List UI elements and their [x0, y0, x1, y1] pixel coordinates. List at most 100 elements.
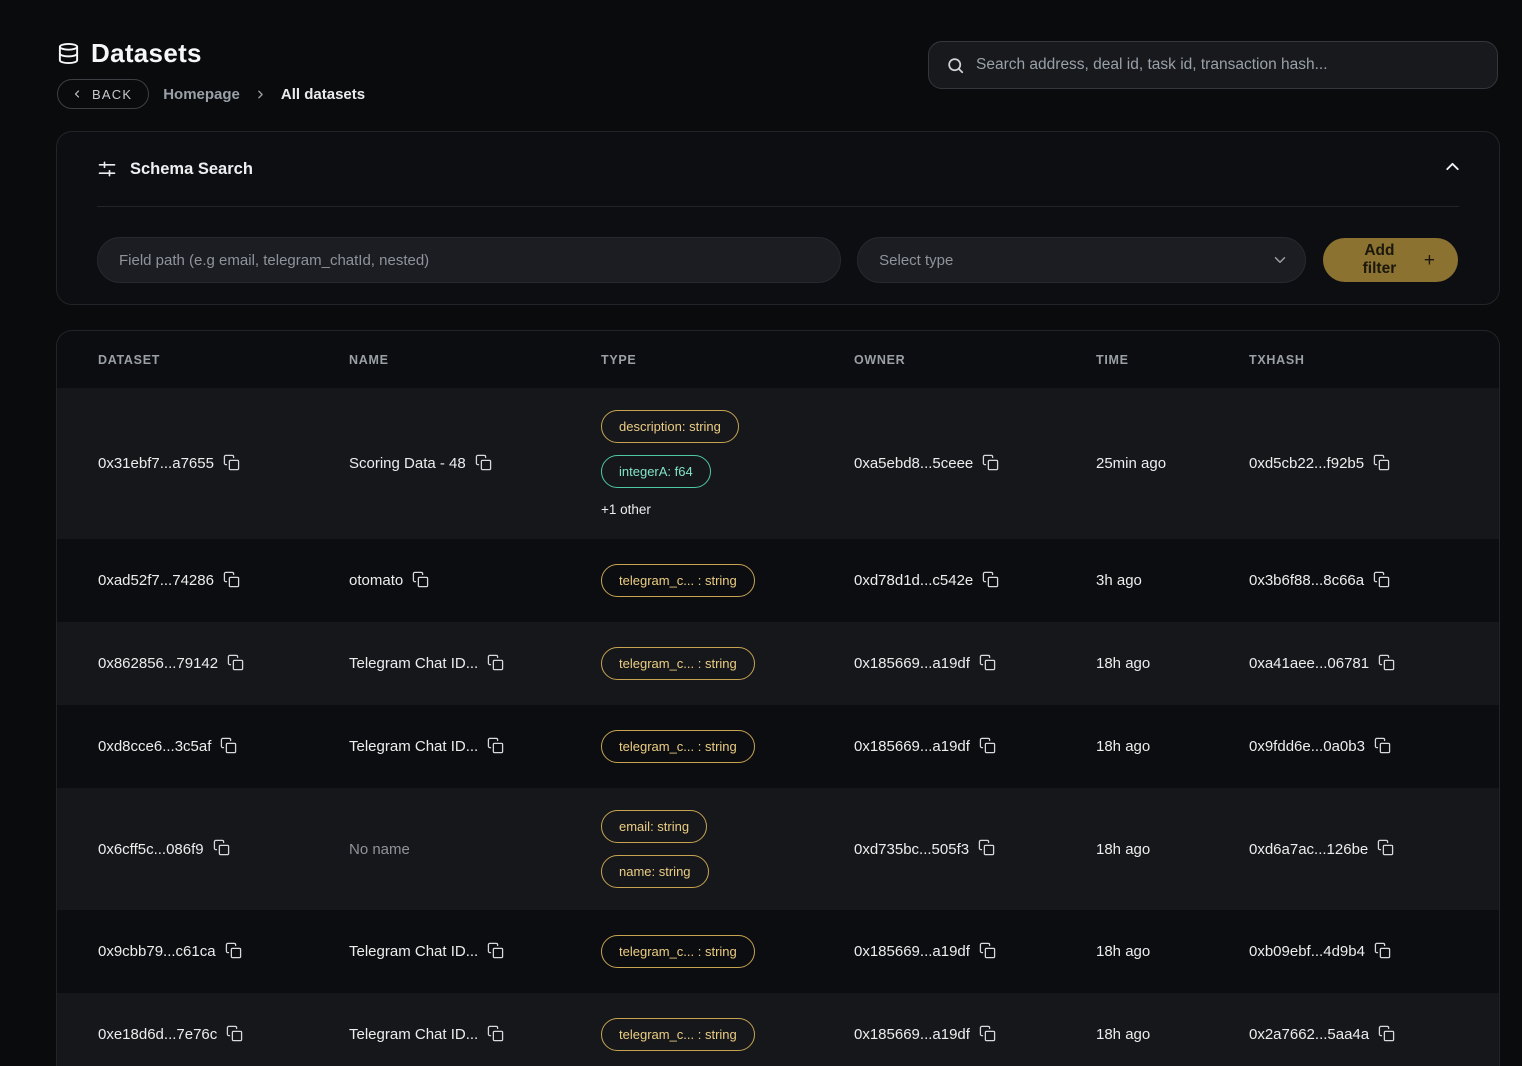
time-value: 18h ago — [1096, 738, 1150, 755]
txhash-cell: 0xd6a7ac...126be — [1249, 841, 1499, 858]
table-row[interactable]: 0x9cbb79...c61caTelegram Chat ID...teleg… — [57, 910, 1499, 993]
type-cell: description: stringintegerA: f64+1 other — [601, 388, 854, 539]
table-row[interactable]: 0x6cff5c...086f9No nameemail: stringname… — [57, 788, 1499, 910]
search-icon — [946, 56, 965, 75]
copy-icon[interactable] — [223, 571, 240, 588]
owner-id: 0x185669...a19df — [854, 943, 970, 960]
table-row[interactable]: 0xe18d6d...7e76c Telegram Chat ID... teleg… — [57, 993, 1499, 1066]
schema-search-title: Schema Search — [130, 160, 253, 179]
dataset-cell: 0xe18d6d...7e76c — [98, 1026, 349, 1043]
panel-divider — [97, 206, 1459, 207]
copy-icon[interactable] — [475, 454, 492, 471]
owner-cell: 0x185669...a19df — [854, 655, 1096, 672]
dataset-id: 0x9cbb79...c61ca — [98, 943, 216, 960]
txhash-id: 0xb09ebf...4d9b4 — [1249, 943, 1365, 960]
type-badge: telegram_c... : string — [601, 647, 755, 680]
table-row[interactable]: 0x862856...79142Telegram Chat ID...teleg… — [57, 622, 1499, 705]
type-cell: telegram_c... : string — [601, 996, 854, 1066]
copy-icon[interactable] — [487, 654, 504, 671]
time-cell: 18h ago — [1096, 841, 1249, 858]
extra-types-label: +1 other — [601, 502, 651, 517]
name-cell: Scoring Data - 48 — [349, 455, 601, 472]
copy-icon[interactable] — [1374, 942, 1391, 959]
type-badge: email: string — [601, 810, 707, 843]
schema-search-panel: Schema Search Select type Add filter + — [56, 131, 1500, 305]
type-select[interactable]: Select type — [857, 237, 1306, 283]
copy-icon[interactable] — [487, 737, 504, 754]
copy-icon[interactable] — [982, 571, 999, 588]
type-cell: telegram_c... : string — [601, 542, 854, 619]
dataset-id: 0xe18d6d...7e76c — [98, 1026, 217, 1043]
back-button[interactable]: BACK — [57, 79, 149, 109]
owner-cell: 0xa5ebd8...5ceee — [854, 455, 1096, 472]
time-value: 18h ago — [1096, 841, 1150, 858]
type-cell: telegram_c... : string — [601, 913, 854, 990]
filters-row: Select type Add filter + — [97, 237, 1458, 283]
copy-icon[interactable] — [1377, 839, 1394, 856]
breadcrumb: BACK Homepage All datasets — [57, 79, 365, 109]
dataset-cell: 0xad52f7...74286 — [98, 572, 349, 589]
datasets-table: DATASET NAME TYPE OWNER TIME TXHASH 0x31… — [56, 330, 1500, 1066]
add-filter-button[interactable]: Add filter + — [1323, 238, 1458, 282]
column-dataset: DATASET — [98, 353, 349, 367]
copy-icon[interactable] — [979, 737, 996, 754]
time-cell: 18h ago — [1096, 943, 1249, 960]
copy-icon[interactable] — [412, 571, 429, 588]
type-badge: telegram_c... : string — [601, 730, 755, 763]
table-row[interactable]: 0xd8cce6...3c5af Telegram Chat ID... teleg… — [57, 705, 1499, 788]
dataset-name: otomato — [349, 572, 403, 589]
page-title-row: Datasets — [57, 38, 202, 69]
copy-icon[interactable] — [1374, 737, 1391, 754]
copy-icon[interactable] — [979, 1025, 996, 1042]
type-badge: name: string — [601, 855, 709, 888]
chevron-left-icon — [71, 88, 83, 100]
type-select-value: Select type — [879, 252, 953, 269]
copy-icon[interactable] — [226, 1025, 243, 1042]
copy-icon[interactable] — [487, 942, 504, 959]
txhash-cell: 0x2a7662...5aa4a — [1249, 1026, 1499, 1043]
txhash-id: 0xa41aee...06781 — [1249, 655, 1369, 672]
copy-icon[interactable] — [227, 654, 244, 671]
copy-icon[interactable] — [1373, 454, 1390, 471]
owner-id: 0x185669...a19df — [854, 1026, 970, 1043]
copy-icon[interactable] — [213, 839, 230, 856]
copy-icon[interactable] — [487, 1025, 504, 1042]
table-row[interactable]: 0x31ebf7...a7655Scoring Data - 48 descrip… — [57, 388, 1499, 539]
copy-icon[interactable] — [225, 942, 242, 959]
copy-icon[interactable] — [982, 454, 999, 471]
txhash-id: 0x9fdd6e...0a0b3 — [1249, 738, 1365, 755]
copy-icon[interactable] — [1378, 1025, 1395, 1042]
dataset-name: Telegram Chat ID... — [349, 1026, 478, 1043]
table-header: DATASET NAME TYPE OWNER TIME TXHASH — [57, 331, 1499, 388]
field-path-input[interactable] — [97, 237, 841, 283]
column-time: TIME — [1096, 353, 1249, 367]
plus-icon: + — [1424, 251, 1435, 270]
time-value: 25min ago — [1096, 455, 1166, 472]
dataset-id: 0x862856...79142 — [98, 655, 218, 672]
column-name: NAME — [349, 353, 601, 367]
copy-icon[interactable] — [1373, 571, 1390, 588]
owner-cell: 0xd78d1d...c542e — [854, 572, 1096, 589]
table-row[interactable]: 0xad52f7...74286otomato telegram_c... : s… — [57, 539, 1499, 622]
collapse-panel-button[interactable] — [1442, 156, 1463, 177]
back-label: BACK — [92, 87, 132, 102]
copy-icon[interactable] — [979, 942, 996, 959]
copy-icon[interactable] — [978, 839, 995, 856]
name-cell: Telegram Chat ID... — [349, 1026, 601, 1043]
page-title: Datasets — [91, 38, 202, 69]
global-search-input[interactable] — [976, 56, 1480, 74]
copy-icon[interactable] — [223, 454, 240, 471]
dataset-cell: 0x31ebf7...a7655 — [98, 455, 349, 472]
dataset-id: 0xd8cce6...3c5af — [98, 738, 211, 755]
dataset-name: Scoring Data - 48 — [349, 455, 466, 472]
dataset-name: Telegram Chat ID... — [349, 738, 478, 755]
copy-icon[interactable] — [220, 737, 237, 754]
copy-icon[interactable] — [1378, 654, 1395, 671]
time-value: 18h ago — [1096, 1026, 1150, 1043]
add-filter-label: Add filter — [1346, 242, 1413, 278]
txhash-id: 0xd5cb22...f92b5 — [1249, 455, 1364, 472]
copy-icon[interactable] — [979, 654, 996, 671]
breadcrumb-homepage[interactable]: Homepage — [163, 86, 240, 103]
global-search — [928, 41, 1498, 89]
type-badge: telegram_c... : string — [601, 935, 755, 968]
